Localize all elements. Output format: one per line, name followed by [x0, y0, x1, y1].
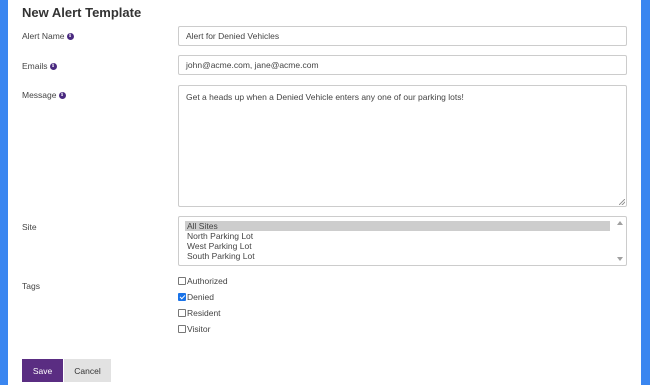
emails-label: Emails i [22, 61, 57, 71]
tag-label-visitor: Visitor [187, 324, 211, 334]
tag-resident[interactable]: Resident [178, 308, 221, 318]
site-listbox[interactable]: All Sites North Parking Lot West Parking… [178, 216, 627, 266]
site-option-all-sites[interactable]: All Sites [185, 221, 610, 231]
save-button[interactable]: Save [22, 359, 63, 382]
resize-grip-icon[interactable] [619, 199, 625, 205]
message-textarea[interactable]: Get a heads up when a Denied Vehicle ent… [178, 85, 627, 207]
page-title: New Alert Template [22, 5, 142, 20]
message-value: Get a heads up when a Denied Vehicle ent… [186, 92, 464, 102]
checkbox-visitor[interactable] [178, 325, 186, 333]
message-label-text: Message [22, 90, 57, 100]
tag-denied[interactable]: Denied [178, 292, 214, 302]
alert-name-value: Alert for Denied Vehicles [186, 31, 280, 41]
tag-label-authorized: Authorized [187, 276, 228, 286]
alert-name-label: Alert Name i [22, 31, 74, 41]
emails-value: john@acme.com, jane@acme.com [186, 60, 319, 70]
info-icon[interactable]: i [66, 32, 74, 40]
emails-label-text: Emails [22, 61, 48, 71]
scroll-down-icon[interactable] [617, 257, 623, 261]
checkbox-authorized[interactable] [178, 277, 186, 285]
listbox-scrollbar[interactable] [615, 218, 625, 264]
tag-visitor[interactable]: Visitor [178, 324, 210, 334]
alert-template-form: New Alert Template Alert Name i Alert fo… [8, 0, 641, 385]
tags-label: Tags [22, 281, 40, 291]
scroll-up-icon[interactable] [617, 221, 623, 225]
tags-label-text: Tags [22, 281, 40, 291]
site-option-north-parking-lot[interactable]: North Parking Lot [185, 231, 610, 241]
info-icon[interactable]: i [49, 62, 57, 70]
checkbox-denied[interactable] [178, 293, 186, 301]
emails-input[interactable]: john@acme.com, jane@acme.com [178, 55, 627, 75]
site-label-text: Site [22, 222, 37, 232]
info-icon[interactable]: i [58, 91, 66, 99]
message-label: Message i [22, 90, 66, 100]
site-label: Site [22, 222, 37, 232]
site-option-south-parking-lot[interactable]: South Parking Lot [185, 251, 610, 261]
tag-label-resident: Resident [187, 308, 221, 318]
checkbox-resident[interactable] [178, 309, 186, 317]
alert-name-input[interactable]: Alert for Denied Vehicles [178, 26, 627, 46]
tag-label-denied: Denied [187, 292, 214, 302]
cancel-button[interactable]: Cancel [64, 359, 111, 382]
alert-name-label-text: Alert Name [22, 31, 65, 41]
tag-authorized[interactable]: Authorized [178, 276, 228, 286]
site-option-west-parking-lot[interactable]: West Parking Lot [185, 241, 610, 251]
